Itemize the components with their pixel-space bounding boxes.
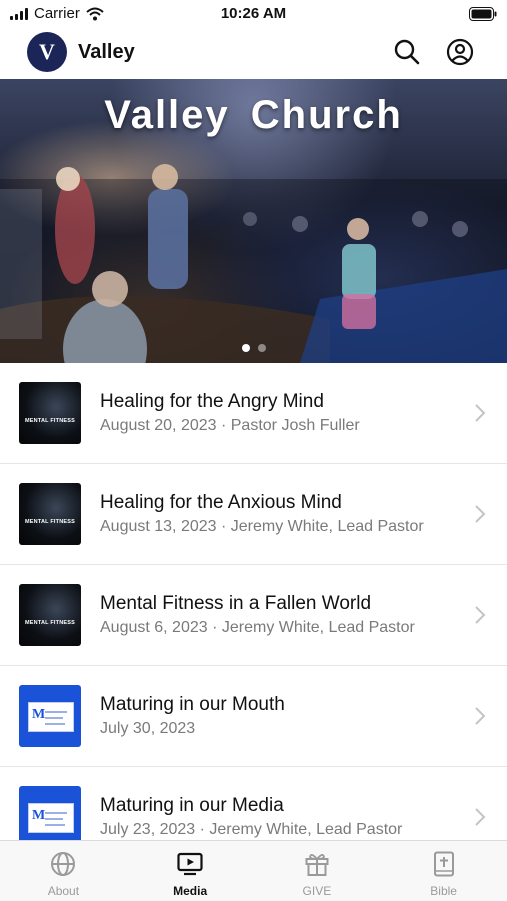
tab-media[interactable]: Media [127, 841, 254, 901]
sermon-subtitle: July 30, 2023 [100, 720, 196, 737]
globe-icon [51, 852, 76, 876]
carousel-dot-1[interactable] [241, 344, 250, 352]
thumbnail-text: MENTAL FITNESS [25, 418, 75, 424]
brand-name: Valley [78, 41, 135, 63]
chevron-right-icon [475, 808, 486, 826]
sermon-list: MENTAL FITNESS Healing for the Angry Min… [0, 363, 507, 840]
tab-about[interactable]: About [0, 841, 127, 901]
sermon-row-2[interactable]: MENTAL FITNESS Healing for the Anxious M… [0, 464, 507, 565]
battery-icon [469, 7, 497, 21]
tab-label: Bible [430, 884, 457, 898]
sermon-thumbnail: M [19, 786, 81, 840]
sermon-title: Mental Fitness in a Fallen World [100, 593, 372, 614]
carousel-dot-2[interactable] [257, 344, 266, 352]
chevron-right-icon [475, 505, 486, 523]
thumbnail-text: MENTAL FITNESS [25, 620, 75, 626]
sermon-row-3[interactable]: MENTAL FITNESS Mental Fitness in a Falle… [0, 565, 507, 666]
thumbnail-text: MENTAL FITNESS [25, 519, 75, 525]
sermon-thumbnail: M [19, 685, 81, 747]
sermon-thumbnail: MENTAL FITNESS [19, 483, 81, 545]
sermon-title: Maturing in our Mouth [100, 694, 285, 715]
carousel-dots [0, 344, 507, 352]
sermon-subtitle: August 13, 2023 · Jeremy White, Lead Pas… [100, 518, 424, 535]
tab-label: GIVE [302, 884, 332, 898]
sermon-row-1[interactable]: MENTAL FITNESS Healing for the Angry Min… [0, 363, 507, 464]
thumbnail-card: M [28, 803, 74, 833]
status-time: 10:26 AM [220, 5, 287, 22]
tab-bible[interactable]: Bible [380, 841, 507, 901]
hero-carousel[interactable]: Valley Church [0, 79, 507, 363]
search-icon[interactable] [392, 37, 422, 67]
sermon-subtitle: July 23, 2023 · Jeremy White, Lead Pasto… [100, 821, 403, 838]
chevron-right-icon [475, 707, 486, 725]
tab-bar: About Media GIVE Bible [0, 840, 507, 901]
logo-letter: V [39, 39, 55, 64]
profile-icon[interactable] [445, 37, 475, 67]
thumbnail-card: M [28, 702, 74, 732]
hero-title: Valley Church [104, 93, 403, 137]
tab-label: Media [173, 884, 208, 898]
tab-give[interactable]: GIVE [254, 841, 381, 901]
bible-icon [433, 851, 454, 877]
sermon-subtitle: August 20, 2023 · Pastor Josh Fuller [100, 417, 360, 434]
app-header: V Valley [0, 28, 507, 78]
church-logo[interactable]: V [27, 32, 67, 72]
chevron-right-icon [475, 404, 486, 422]
gift-icon [305, 854, 329, 876]
sermon-title: Maturing in our Media [100, 795, 284, 816]
thumbnail-text: M [32, 808, 46, 823]
thumbnail-text: M [32, 707, 46, 722]
tv-play-icon [177, 852, 203, 876]
sermon-thumbnail: MENTAL FITNESS [19, 382, 81, 444]
tab-label: About [47, 884, 80, 898]
status-bar: Carrier 10:26 AM [0, 0, 507, 28]
sermon-row-4[interactable]: M Maturing in our Mouth July 30, 2023 [0, 666, 507, 767]
sermon-title: Healing for the Anxious Mind [100, 492, 342, 513]
sermon-title: Healing for the Angry Mind [100, 391, 324, 412]
chevron-right-icon [475, 606, 486, 624]
sermon-thumbnail: MENTAL FITNESS [19, 584, 81, 646]
sermon-row-5[interactable]: M Maturing in our Media July 23, 2023 · … [0, 767, 507, 840]
sermon-subtitle: August 6, 2023 · Jeremy White, Lead Past… [100, 619, 415, 636]
